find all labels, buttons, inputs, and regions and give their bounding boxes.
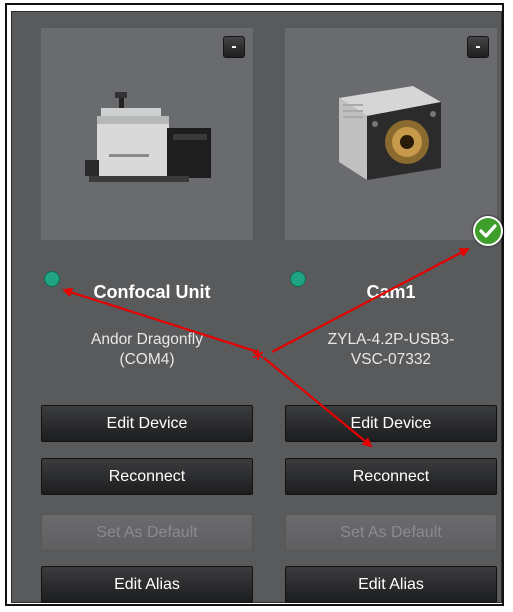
device-thumbnail: - [285, 28, 503, 246]
set-as-default-button[interactable]: Set As Default [285, 514, 497, 551]
edit-device-button[interactable]: Edit Device [41, 405, 253, 442]
reconnect-button[interactable]: Reconnect [41, 458, 253, 495]
device-thumbnail: - [41, 28, 253, 240]
device-description-line2: VSC-07332 [350, 351, 432, 368]
set-as-default-button[interactable]: Set As Default [41, 514, 253, 551]
remove-device-button[interactable]: - [467, 36, 489, 58]
edit-alias-button[interactable]: Edit Alias [285, 566, 497, 603]
device-description-line1: ZYLA-4.2P-USB3- [327, 331, 455, 348]
device-card-cam1: - Cam1 ZYLA-4.2P-USB3- VSC-07332 Edit De… [285, 28, 503, 603]
remove-device-button[interactable]: - [223, 36, 245, 58]
device-name: Cam1 [366, 282, 416, 302]
default-check-icon [473, 216, 503, 246]
device-description-line2: (COM4) [119, 351, 175, 368]
device-name: Confocal Unit [93, 282, 211, 302]
edit-device-button[interactable]: Edit Device [285, 405, 497, 442]
device-description-line1: Andor Dragonfly [90, 331, 203, 348]
confocal-unit-image [85, 92, 211, 182]
device-description: Andor Dragonfly (COM4) [41, 330, 253, 370]
device-panel: - Confocal Unit Andor Dragonfly (COM4) E… [11, 11, 503, 603]
edit-alias-button[interactable]: Edit Alias [41, 566, 253, 603]
camera-image [339, 86, 441, 180]
device-card-confocal: - Confocal Unit Andor Dragonfly (COM4) E… [41, 28, 253, 603]
reconnect-button[interactable]: Reconnect [285, 458, 497, 495]
device-description: ZYLA-4.2P-USB3- VSC-07332 [285, 330, 497, 370]
